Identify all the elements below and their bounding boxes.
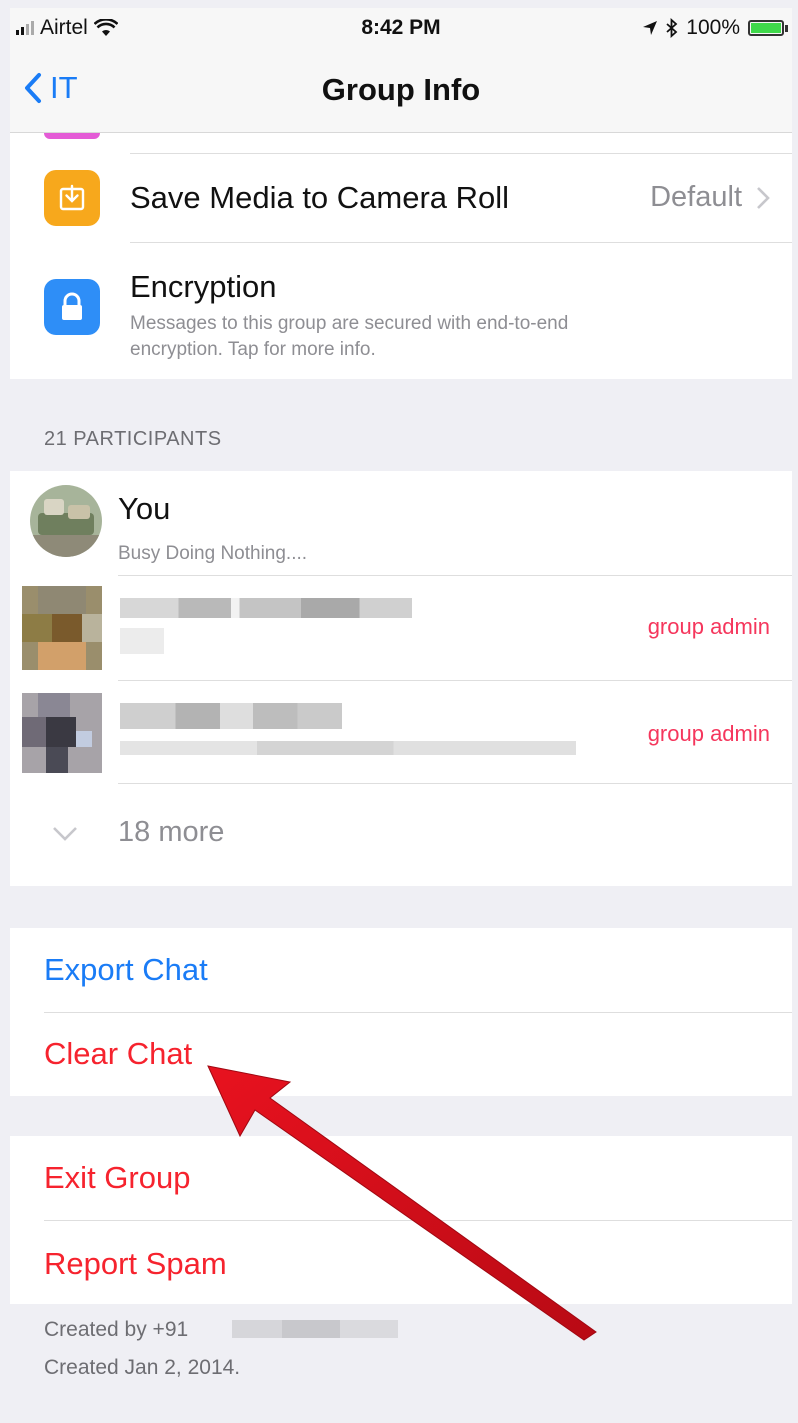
wifi-icon bbox=[93, 19, 118, 36]
pixelated-status bbox=[120, 628, 164, 654]
settings-section: Save Media to Camera Roll Default Encryp… bbox=[10, 133, 792, 379]
lock-icon bbox=[44, 279, 100, 335]
pixelated-name bbox=[120, 703, 342, 729]
admin-badge: group admin bbox=[647, 614, 770, 639]
battery-icon bbox=[748, 20, 784, 36]
pixelated-phone-number bbox=[232, 1320, 398, 1338]
encryption-row[interactable]: Encryption Messages to this group are se… bbox=[10, 243, 792, 379]
divider bbox=[44, 1012, 792, 1013]
created-by-text: Created by +91 bbox=[44, 1318, 189, 1341]
bluetooth-icon bbox=[666, 18, 678, 38]
battery-percentage: 100% bbox=[686, 16, 740, 39]
encryption-description-line-2: encryption. Tap for more info. bbox=[130, 339, 376, 360]
report-spam-button[interactable]: Report Spam bbox=[44, 1246, 227, 1282]
save-media-value: Default bbox=[650, 181, 742, 213]
screen: Airtel 8:42 PM 100% IT Group Info Save M… bbox=[10, 8, 792, 1415]
pixelated-avatar bbox=[22, 586, 102, 670]
more-participants-label: 18 more bbox=[118, 816, 225, 848]
participant-admin-row[interactable]: group admin bbox=[10, 681, 792, 783]
participants-section: You Busy Doing Nothing.... group admin g… bbox=[10, 471, 792, 886]
battery-tip bbox=[785, 24, 788, 32]
participant-name: You bbox=[118, 491, 171, 526]
pixelated-name bbox=[120, 598, 412, 618]
admin-badge: group admin bbox=[647, 721, 770, 746]
chevron-right-icon bbox=[757, 187, 770, 209]
navigation-bar: IT Group Info bbox=[10, 48, 792, 133]
chevron-down-icon bbox=[53, 827, 77, 841]
divider bbox=[44, 1220, 792, 1221]
avatar bbox=[30, 485, 102, 557]
previous-row-icon-peek bbox=[44, 133, 100, 139]
signal-icon bbox=[16, 21, 34, 35]
group-actions-section: Exit Group Report Spam bbox=[10, 1136, 792, 1304]
download-icon bbox=[44, 170, 100, 226]
status-bar: Airtel 8:42 PM 100% bbox=[10, 8, 792, 48]
export-chat-button[interactable]: Export Chat bbox=[44, 952, 208, 988]
participant-status: Busy Doing Nothing.... bbox=[118, 543, 308, 564]
pixelated-avatar bbox=[22, 693, 102, 773]
pixelated-status bbox=[120, 741, 576, 755]
page-title: Group Info bbox=[321, 72, 481, 107]
encryption-label: Encryption bbox=[130, 269, 277, 304]
save-media-row[interactable]: Save Media to Camera Roll Default bbox=[10, 154, 792, 242]
participants-header: 21 PARTICIPANTS bbox=[44, 428, 222, 450]
clear-chat-button[interactable]: Clear Chat bbox=[44, 1036, 192, 1072]
save-media-label: Save Media to Camera Roll bbox=[130, 180, 510, 215]
chat-actions-section: Export Chat Clear Chat bbox=[10, 928, 792, 1096]
show-more-participants-button[interactable]: 18 more bbox=[10, 784, 792, 886]
location-icon bbox=[643, 21, 658, 35]
carrier-name: Airtel bbox=[40, 16, 88, 39]
encryption-description-line-1: Messages to this group are secured with … bbox=[130, 313, 569, 334]
participant-you-row[interactable]: You Busy Doing Nothing.... bbox=[10, 471, 792, 575]
created-date-text: Created Jan 2, 2014. bbox=[44, 1356, 241, 1379]
participant-admin-row[interactable]: group admin bbox=[10, 576, 792, 680]
exit-group-button[interactable]: Exit Group bbox=[44, 1160, 190, 1196]
